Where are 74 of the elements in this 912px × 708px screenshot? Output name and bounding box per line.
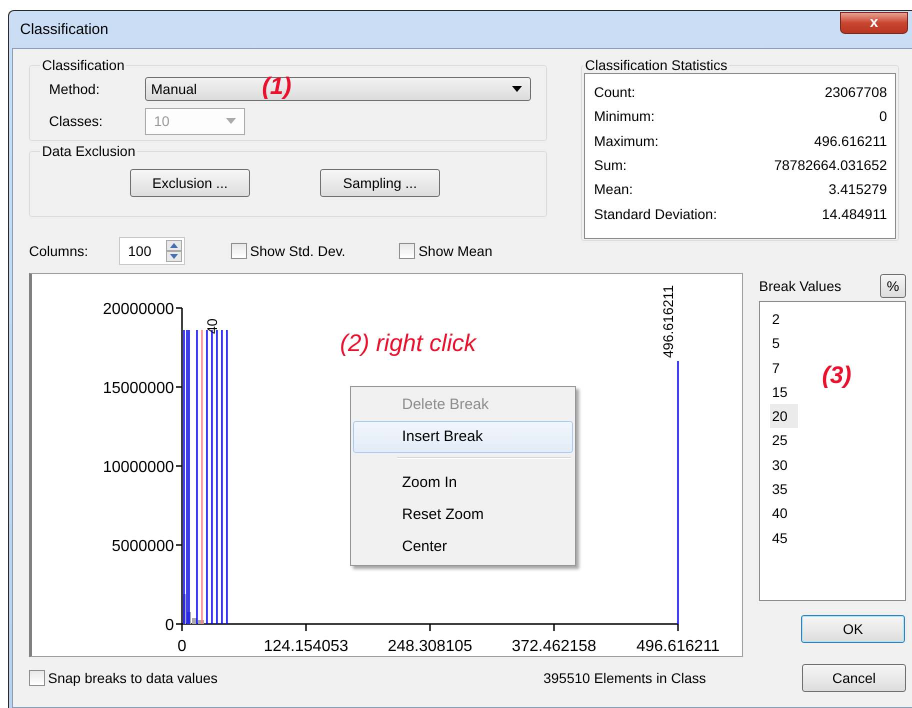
statistic-label: Count: (594, 84, 636, 100)
menu-item[interactable]: Reset Zoom (353, 499, 573, 531)
x-tick-label: 496.616211 (636, 638, 720, 655)
window-title: Classification (20, 21, 108, 38)
checkbox[interactable]: Snap breaks to data values (29, 670, 218, 686)
break-line-label: 40 (204, 318, 220, 334)
break-line-label: 496.616211 (660, 285, 676, 358)
menu-item[interactable]: Insert Break (353, 421, 573, 453)
break-line[interactable] (216, 330, 218, 624)
break-line[interactable] (201, 330, 203, 624)
ok-button[interactable]: OK (801, 615, 905, 643)
x-tick-label: 372.462158 (512, 638, 596, 655)
cancel-button[interactable]: Cancel (802, 664, 906, 692)
statistic-label: Mean: (594, 181, 633, 198)
statistic-label: Minimum: (594, 108, 655, 124)
list-item[interactable]: 40 (770, 501, 798, 526)
statistic-label: Standard Deviation: (594, 206, 717, 222)
group-title: Classification Statistics (584, 57, 728, 73)
list-item[interactable]: 2 (770, 307, 798, 332)
statistic-value: 78782664.031652 (774, 157, 887, 174)
break-line[interactable] (677, 361, 679, 624)
y-tick-label: 0 (165, 617, 174, 634)
columns-label: Columns: (29, 243, 90, 259)
y-tick-label: 20000000 (102, 301, 174, 318)
group-title: Data Exclusion (41, 143, 136, 159)
statistic-value: 14.484911 (822, 206, 887, 222)
annotation-label: (3) (822, 362, 852, 390)
list-item[interactable]: 30 (770, 452, 798, 478)
x-tick-label: 124.154053 (264, 638, 348, 655)
break-line[interactable] (206, 330, 208, 624)
statistic-value: 496.616211 (814, 132, 887, 149)
list-item[interactable]: 7 (770, 356, 798, 380)
y-tick-label: 10000000 (102, 459, 174, 476)
annotation-label: (2) right click (340, 330, 476, 358)
status-text: 395510 Elements in Class (543, 670, 706, 686)
list-item[interactable]: 15 (770, 380, 798, 404)
menu-item[interactable]: Zoom In (353, 467, 573, 499)
break-line[interactable] (196, 330, 198, 624)
dialog-button[interactable]: Exclusion ... (130, 169, 250, 197)
checkbox[interactable]: Show Mean (399, 243, 492, 259)
statistic-label: Maximum: (594, 132, 659, 149)
break-line[interactable] (211, 330, 213, 624)
histogram-bars-drawing (183, 594, 204, 624)
y-tick-label: 15000000 (102, 380, 174, 397)
break-line[interactable] (226, 330, 228, 624)
classes-label: Classes: (48, 113, 104, 129)
y-tick-label: 5000000 (112, 538, 174, 555)
checkbox[interactable]: Show Std. Dev. (231, 243, 346, 259)
dialog-button[interactable]: Sampling ... (320, 169, 440, 197)
statistic-label: Sum: (594, 157, 627, 174)
statistic-value: 23067708 (824, 84, 887, 100)
break-line[interactable] (188, 330, 190, 624)
list-item[interactable]: 35 (770, 477, 798, 502)
break-line[interactable] (183, 330, 185, 624)
percent-button[interactable]: % (880, 274, 906, 298)
list-item[interactable]: 45 (770, 526, 798, 550)
dropdown-arrow-icon (512, 86, 522, 92)
statistic-value: 0 (879, 108, 887, 124)
break-line[interactable] (186, 330, 188, 624)
columns-spinner[interactable]: 100 (119, 237, 185, 265)
break-values-label: Break Values (759, 278, 842, 294)
close-button[interactable]: x (840, 12, 908, 34)
break-line[interactable] (221, 330, 223, 624)
method-label: Method: (48, 81, 101, 97)
list-item[interactable]: 5 (770, 331, 798, 356)
list-item[interactable]: 20 (770, 404, 798, 428)
spinner-arrows-icon (166, 240, 182, 262)
menu-item[interactable]: Center (353, 531, 573, 563)
x-tick-label: 0 (178, 638, 186, 655)
statistic-value: 3.415279 (828, 181, 887, 198)
group-title: Classification (41, 57, 126, 73)
x-tick-label: 248.308105 (388, 638, 472, 655)
dropdown-arrow-icon (226, 118, 236, 124)
list-item[interactable]: 25 (770, 428, 798, 453)
